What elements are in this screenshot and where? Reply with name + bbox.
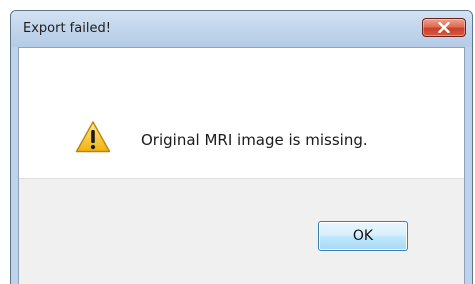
dialog-window: Export failed! Original MRI image is mis… <box>10 10 473 284</box>
button-bar: OK <box>19 178 464 284</box>
dialog-body: Original MRI image is missing. OK <box>18 47 465 284</box>
close-button[interactable] <box>422 18 466 37</box>
title-bar[interactable]: Export failed! <box>11 11 472 47</box>
error-message: Original MRI image is missing. <box>141 131 368 149</box>
message-area: Original MRI image is missing. <box>19 48 464 178</box>
ok-button[interactable]: OK <box>318 221 408 251</box>
window-title: Export failed! <box>23 21 111 36</box>
warning-icon <box>75 121 111 153</box>
close-icon <box>438 22 450 33</box>
